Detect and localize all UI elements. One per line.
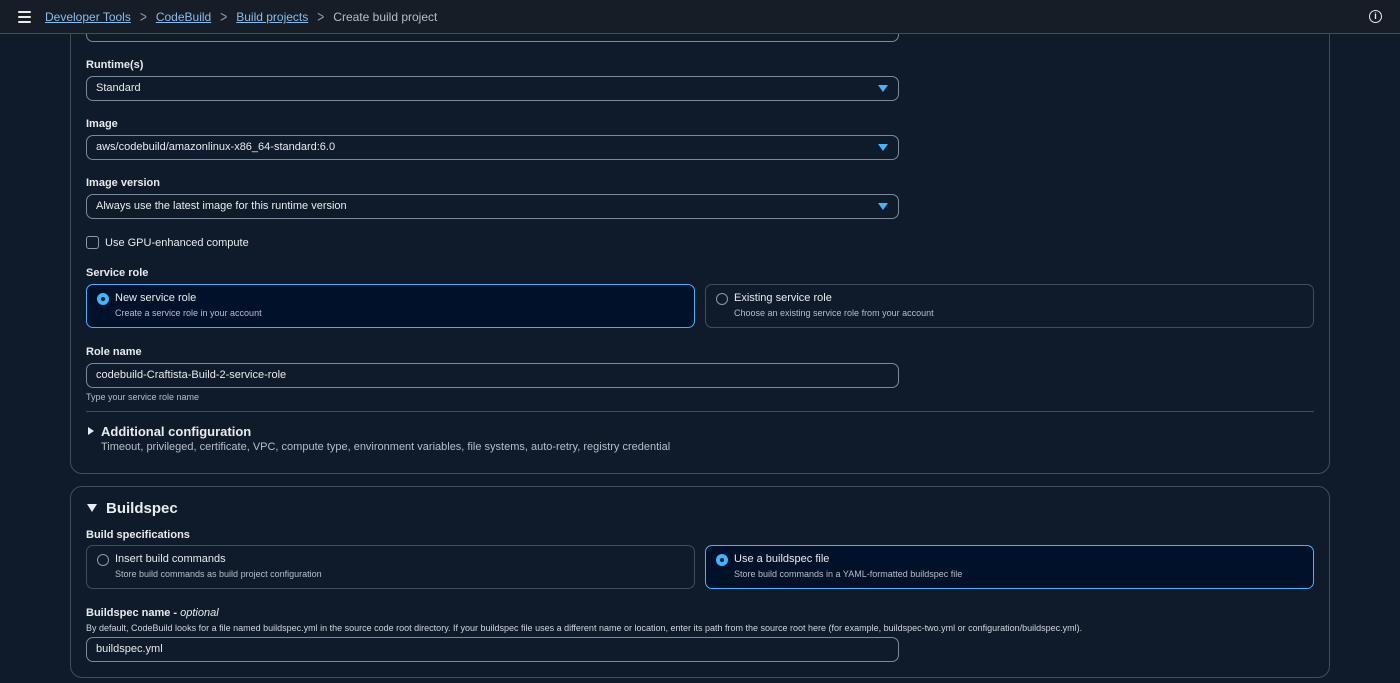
image-version-select[interactable]: Always use the latest image for this run… xyxy=(86,194,899,219)
caret-down-icon xyxy=(87,504,97,512)
tile-description: Choose an existing service role from you… xyxy=(734,308,934,318)
runtime-label: Runtime(s) xyxy=(86,59,144,71)
breadcrumb: Developer Tools > CodeBuild > Build proj… xyxy=(45,7,438,27)
use-buildspec-file-radio[interactable] xyxy=(716,554,728,566)
tile-description: Create a service role in your account xyxy=(115,308,262,318)
gpu-compute-checkbox-label: Use GPU-enhanced compute xyxy=(105,236,249,249)
caret-down-icon xyxy=(878,144,888,151)
image-version-select-value: Always use the latest image for this run… xyxy=(96,200,347,212)
tile-title: Existing service role xyxy=(734,292,832,304)
existing-service-role-tile[interactable]: Existing service role Choose an existing… xyxy=(705,284,1314,328)
runtime-select-value: Standard xyxy=(96,82,141,94)
runtime-select[interactable]: Standard xyxy=(86,76,899,101)
buildspec-section-title: Buildspec xyxy=(106,500,178,517)
breadcrumb-build-projects[interactable]: Build projects xyxy=(236,10,308,24)
additional-configuration-description: Timeout, privileged, certificate, VPC, c… xyxy=(101,441,671,453)
new-service-role-tile[interactable]: New service role Create a service role i… xyxy=(86,284,695,328)
tile-title: Use a buildspec file xyxy=(734,553,830,565)
chevron-right-icon: > xyxy=(220,7,228,27)
build-specifications-label: Build specifications xyxy=(86,529,190,541)
role-name-input[interactable]: codebuild-Craftista-Build-2-service-role xyxy=(86,363,899,388)
top-navigation-bar: Developer Tools > CodeBuild > Build proj… xyxy=(0,0,1400,34)
additional-configuration-title: Additional configuration xyxy=(101,424,252,439)
buildspec-name-description: By default, CodeBuild looks for a file n… xyxy=(86,623,1083,633)
image-version-label: Image version xyxy=(86,177,160,189)
new-service-role-radio[interactable] xyxy=(97,293,109,305)
info-icon[interactable]: i xyxy=(1369,10,1382,23)
optional-tag: optional xyxy=(180,607,219,619)
tile-description: Store build commands as build project co… xyxy=(115,569,322,579)
breadcrumb-developer-tools[interactable]: Developer Tools xyxy=(45,10,131,24)
caret-right-icon xyxy=(88,427,94,435)
buildspec-name-input[interactable]: buildspec.yml xyxy=(86,637,899,662)
image-select[interactable]: aws/codebuild/amazonlinux-x86_64-standar… xyxy=(86,135,899,160)
tile-title: New service role xyxy=(115,292,197,304)
caret-down-icon xyxy=(878,203,888,210)
tile-title: Insert build commands xyxy=(115,553,226,565)
chevron-right-icon: > xyxy=(139,7,147,27)
chevron-right-icon: > xyxy=(317,7,325,27)
breadcrumb-current-page: Create build project xyxy=(333,10,438,24)
caret-down-icon xyxy=(878,85,888,92)
gpu-compute-checkbox-row[interactable]: Use GPU-enhanced compute xyxy=(86,236,249,249)
gpu-compute-checkbox[interactable] xyxy=(86,236,99,249)
insert-build-commands-radio[interactable] xyxy=(97,554,109,566)
image-label: Image xyxy=(86,118,118,130)
existing-service-role-radio[interactable] xyxy=(716,293,728,305)
image-select-value: aws/codebuild/amazonlinux-x86_64-standar… xyxy=(96,141,336,153)
role-name-hint: Type your service role name xyxy=(86,392,200,402)
hamburger-menu-icon[interactable] xyxy=(18,11,31,23)
breadcrumb-codebuild[interactable]: CodeBuild xyxy=(156,10,211,24)
use-buildspec-file-tile[interactable]: Use a buildspec file Store build command… xyxy=(705,545,1314,589)
environment-panel xyxy=(70,0,1330,474)
service-role-label: Service role xyxy=(86,267,149,279)
tile-description: Store build commands in a YAML-formatted… xyxy=(734,569,963,579)
divider xyxy=(86,411,1314,412)
buildspec-name-label: Buildspec name - optional xyxy=(86,607,219,619)
buildspec-name-label-text: Buildspec name xyxy=(86,607,171,619)
role-name-label: Role name xyxy=(86,346,142,358)
insert-build-commands-tile[interactable]: Insert build commands Store build comman… xyxy=(86,545,695,589)
